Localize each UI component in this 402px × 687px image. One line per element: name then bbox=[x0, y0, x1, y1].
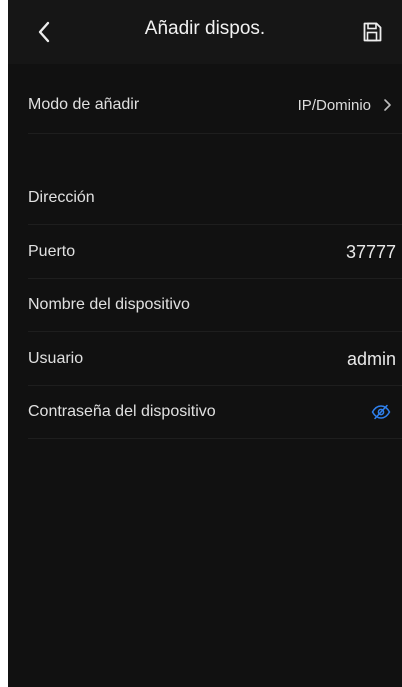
add-mode-label: Modo de añadir bbox=[28, 96, 140, 113]
port-row[interactable]: Puerto 37777 bbox=[8, 225, 402, 279]
port-label: Puerto bbox=[28, 243, 76, 260]
user-label: Usuario bbox=[28, 350, 84, 367]
password-row[interactable]: Contraseña del dispositivo bbox=[8, 385, 402, 439]
address-label: Dirección bbox=[28, 189, 95, 206]
password-visibility-toggle[interactable] bbox=[370, 401, 392, 423]
add-mode-value: IP/Dominio bbox=[297, 96, 371, 114]
device-name-row[interactable]: Nombre del dispositivo bbox=[8, 278, 402, 332]
page-title: Añadir dispos. bbox=[144, 18, 266, 39]
chevron-left-icon bbox=[38, 21, 50, 43]
add-mode-row[interactable]: Modo de añadir IP/Dominio bbox=[8, 78, 402, 132]
eye-hidden-icon bbox=[371, 404, 391, 420]
port-field[interactable]: 37777 bbox=[346, 242, 396, 263]
header-bar: Añadir dispos. bbox=[8, 0, 402, 64]
divider bbox=[28, 438, 402, 439]
app-screen: Añadir dispos. Modo de añadir IP/Dominio… bbox=[8, 0, 402, 687]
add-mode-selector[interactable]: IP/Dominio bbox=[298, 97, 392, 114]
save-button[interactable] bbox=[356, 16, 388, 48]
save-icon bbox=[363, 22, 382, 42]
back-button[interactable] bbox=[28, 16, 60, 48]
device-name-label: Nombre del dispositivo bbox=[28, 296, 190, 313]
chevron-right-icon bbox=[384, 99, 391, 111]
user-row[interactable]: Usuario admin bbox=[8, 332, 402, 386]
password-label: Contraseña del dispositivo bbox=[28, 403, 216, 420]
user-field[interactable]: admin bbox=[347, 349, 396, 370]
divider bbox=[28, 133, 402, 134]
address-row[interactable]: Dirección bbox=[8, 171, 402, 225]
